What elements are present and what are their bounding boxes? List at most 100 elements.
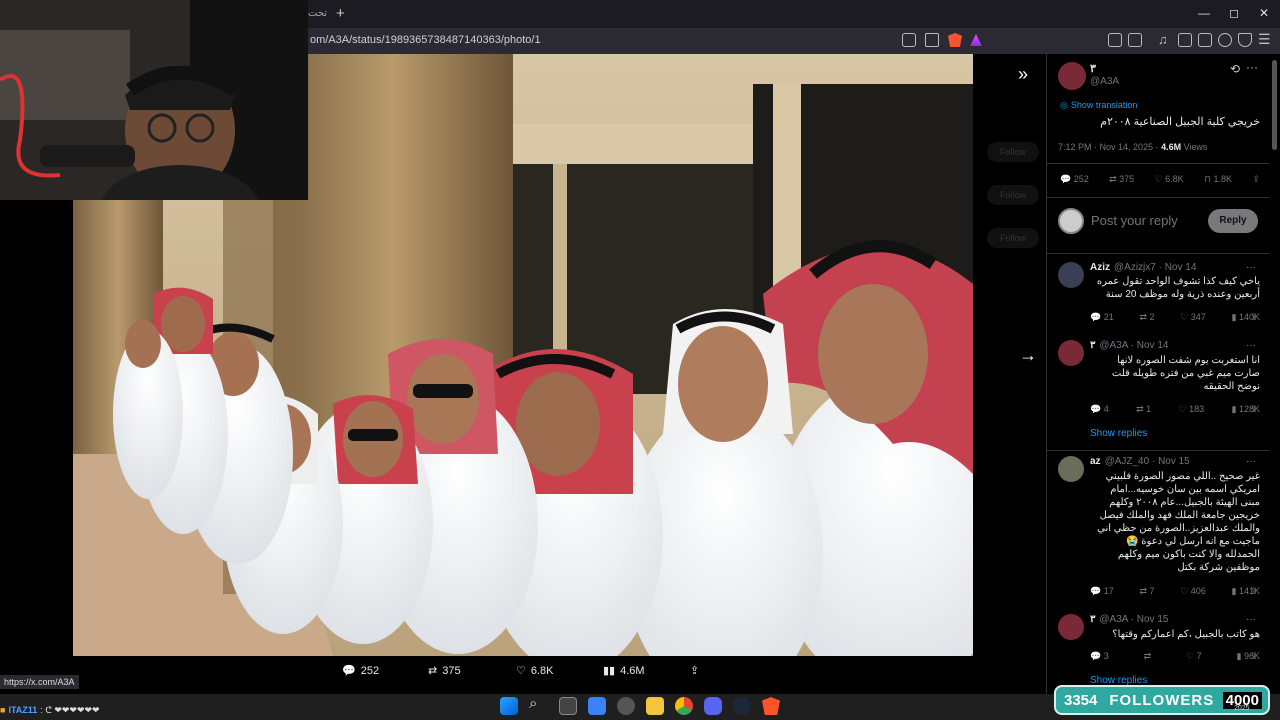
user-avatar	[1058, 208, 1084, 234]
reply-author-name[interactable]: ٣	[1090, 340, 1095, 351]
reply-action[interactable]: 💬 21	[1090, 312, 1114, 323]
chat-username: ITAZ11	[8, 705, 38, 715]
followers-current: 3354	[1064, 691, 1098, 709]
followers-label: FOLLOWERS	[1109, 691, 1215, 709]
divider	[1047, 163, 1269, 164]
app-icon[interactable]	[617, 697, 635, 715]
reply-action[interactable]: 💬 252	[1060, 174, 1089, 185]
windows-start-icon[interactable]	[500, 697, 518, 715]
reply-author-name[interactable]: az	[1090, 456, 1101, 467]
window-minimize-button[interactable]: —	[1198, 6, 1210, 20]
reply-button[interactable]: Reply	[1208, 209, 1258, 233]
like-action[interactable]: ♡ 6.8K	[1155, 174, 1184, 185]
task-view-icon[interactable]	[559, 697, 577, 715]
window-close-button[interactable]: ✕	[1259, 6, 1269, 20]
like-action[interactable]: ♡ 347	[1180, 312, 1206, 323]
chat-message: : ᕦ ❤❤❤❤❤❤	[40, 705, 100, 715]
repost-action[interactable]: ⇄ 7	[1139, 586, 1154, 597]
collapse-sidebar-icon[interactable]: »	[1018, 64, 1028, 85]
brave-icon[interactable]	[762, 697, 780, 715]
repost-action[interactable]: ⇄ 2	[1139, 312, 1154, 323]
next-photo-arrow-icon[interactable]: →	[1019, 345, 1037, 366]
photo-like-button[interactable]: ♡ 6.8K	[516, 664, 554, 678]
tab-search-icon[interactable]	[1128, 33, 1142, 47]
author-avatar[interactable]	[1058, 62, 1086, 90]
more-options-icon[interactable]: ···	[1246, 60, 1258, 74]
author-name[interactable]: ٣	[1090, 62, 1096, 75]
sidebar-scrollbar[interactable]	[1272, 60, 1277, 150]
reply-avatar[interactable]	[1058, 262, 1084, 288]
more-options-icon[interactable]: ···	[1246, 456, 1256, 467]
vpn-shield-icon[interactable]	[1238, 33, 1252, 47]
share-icon[interactable]: ⇪	[1250, 586, 1258, 597]
photo-views-button[interactable]: ▮▮ 4.6M	[603, 664, 645, 678]
repost-action[interactable]: ⇄ 375	[1109, 174, 1134, 185]
share-icon[interactable]: ⇪	[1250, 404, 1258, 415]
reply-avatar[interactable]	[1058, 340, 1084, 366]
sidebar-icon[interactable]	[1178, 33, 1192, 47]
more-options-icon[interactable]: ···	[1246, 262, 1256, 273]
reply-author-name[interactable]: Aziz	[1090, 262, 1110, 273]
reply-author-name[interactable]: ٣	[1090, 614, 1095, 625]
bookmark-action[interactable]: ⊓ 1.8K	[1204, 174, 1232, 185]
share-icon[interactable]: ⇪	[1250, 651, 1258, 662]
reply-actions: 💬 4 ⇄ 1 ♡ 183 ▮ 128K	[1090, 404, 1260, 415]
search-icon[interactable]: ⌕	[529, 695, 537, 712]
heart-icon: ♡	[516, 665, 526, 677]
file-explorer-icon[interactable]	[646, 697, 664, 715]
browser-tab-title[interactable]: تحت	[308, 8, 327, 19]
repost-action[interactable]: ⇄	[1144, 651, 1152, 662]
chrome-icon[interactable]	[675, 697, 693, 715]
share-action[interactable]: ⇪	[1252, 174, 1260, 185]
reply-handle[interactable]: @A3A · Nov 15	[1099, 614, 1168, 625]
photo-share-button[interactable]: ⇪	[690, 664, 699, 677]
brave-shield-icon[interactable]	[948, 33, 962, 47]
reply-avatar[interactable]	[1058, 614, 1084, 640]
new-tab-button[interactable]: +	[336, 5, 345, 22]
like-action[interactable]: ♡ 7	[1186, 651, 1202, 662]
divider	[1047, 197, 1269, 198]
widgets-icon[interactable]	[588, 697, 606, 715]
url-field[interactable]: om/A3A/status/1989365738487140363/photo/…	[310, 34, 541, 46]
reply-action[interactable]: 💬 3	[1090, 651, 1109, 662]
profile-icon[interactable]	[1218, 33, 1232, 47]
window-maximize-button[interactable]: ◻	[1229, 6, 1239, 20]
steam-icon[interactable]	[733, 697, 751, 715]
reply-input[interactable]: Post your reply	[1091, 213, 1178, 228]
share-icon[interactable]	[925, 33, 939, 47]
share-icon[interactable]: ⇪	[1250, 312, 1258, 323]
repost-action[interactable]: ⇄ 1	[1136, 404, 1151, 415]
more-options-icon[interactable]: ···	[1246, 614, 1256, 625]
reply-avatar[interactable]	[1058, 456, 1084, 482]
reply-item: Aziz @Azizjx7 · Nov 14	[1090, 262, 1260, 273]
divider	[1047, 253, 1269, 254]
grok-icon[interactable]: ⟲	[1230, 62, 1240, 76]
reply-item: az @AJZ_40 · Nov 15	[1090, 456, 1260, 467]
reply-text: هو كاتب بالجبيل ،كم اعماركم وقتها؟	[1112, 629, 1260, 640]
reply-action[interactable]: 💬 4	[1090, 404, 1109, 415]
menu-icon[interactable]: ☰	[1258, 31, 1271, 48]
reply-item: ٣ @A3A · Nov 15	[1090, 614, 1260, 625]
followers-year: 2025	[1234, 705, 1250, 712]
photo-reply-button[interactable]: 💬 252	[342, 664, 379, 678]
reply-action[interactable]: 💬 17	[1090, 586, 1114, 597]
author-handle[interactable]: @A3A	[1090, 76, 1119, 87]
extensions-icon[interactable]	[1108, 33, 1122, 47]
share-icon: ⇪	[690, 665, 700, 677]
reader-mode-icon[interactable]	[902, 33, 916, 47]
reply-handle[interactable]: @Azizjx7 · Nov 14	[1114, 262, 1196, 273]
music-icon[interactable]: ♫	[1158, 32, 1168, 47]
discord-icon[interactable]	[704, 697, 722, 715]
ghost-follow-button: Follow	[987, 185, 1039, 205]
reply-text: غير صحيح ..اللي مصور الصورة فلبيني امريك…	[1097, 471, 1260, 573]
reply-handle[interactable]: @AJZ_40 · Nov 15	[1105, 456, 1190, 467]
wallet-icon[interactable]	[1198, 33, 1212, 47]
reply-handle[interactable]: @A3A · Nov 14	[1099, 340, 1168, 351]
show-translation-link[interactable]: ◎ Show translation	[1060, 100, 1137, 111]
like-action[interactable]: ♡ 406	[1180, 586, 1206, 597]
show-replies-link[interactable]: Show replies	[1090, 428, 1147, 439]
more-options-icon[interactable]: ···	[1246, 340, 1256, 351]
reply-item: ٣ @A3A · Nov 14	[1090, 340, 1260, 351]
like-action[interactable]: ♡ 183	[1179, 404, 1205, 415]
photo-repost-button[interactable]: ⇄ 375	[428, 664, 461, 678]
